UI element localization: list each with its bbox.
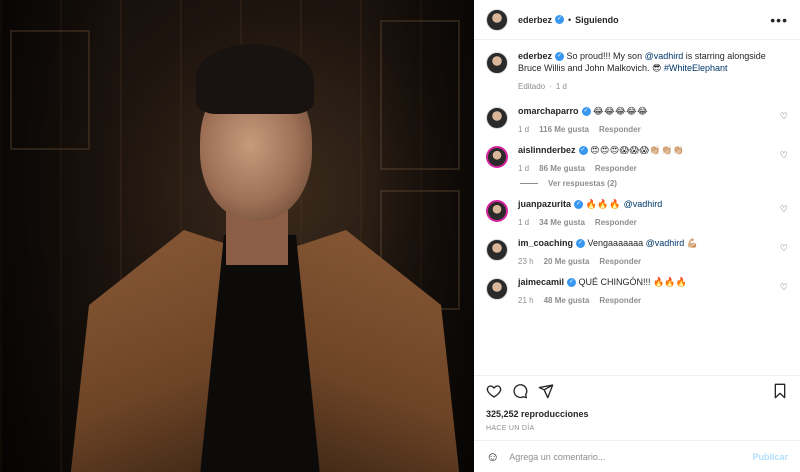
comment-likes[interactable]: 48 Me gusta: [544, 296, 590, 305]
comment-mention[interactable]: @vadhird: [646, 238, 685, 248]
comment-text: 😍😍😍😱😱😱👏🏼👏🏼👏🏼: [590, 145, 685, 155]
post-video[interactable]: [0, 0, 474, 472]
instagram-post-viewer: ederbez ✓ • Siguiendo ••• ederbez ✓ So pr…: [0, 0, 800, 472]
comment-text: Vengaaaaaaa: [587, 238, 646, 248]
publish-button[interactable]: Publicar: [752, 452, 788, 462]
caption-mention[interactable]: @vadhird: [645, 51, 684, 61]
edited-label: Editado: [518, 82, 546, 91]
comments-list: ederbez ✓ So proud!!! My son @vadhird is …: [474, 40, 800, 375]
comment-username[interactable]: juanpazurita: [518, 199, 571, 209]
comment-age: 1 d: [518, 164, 530, 173]
verified-badge-icon: ✓: [555, 52, 565, 62]
reply-button[interactable]: Responder: [595, 164, 637, 173]
heart-icon[interactable]: ♡: [780, 282, 788, 293]
wall-panel: [380, 20, 460, 170]
reply-button[interactable]: Responder: [599, 257, 641, 266]
bookmark-icon[interactable]: [772, 383, 788, 399]
reply-button[interactable]: Responder: [599, 125, 641, 134]
verified-badge-icon: ✓: [574, 200, 584, 210]
post-side-panel: ederbez ✓ • Siguiendo ••• ederbez ✓ So pr…: [474, 0, 800, 472]
caption-meta: Editado · 1 d: [518, 81, 788, 93]
commenter-avatar[interactable]: [486, 107, 508, 129]
heart-icon[interactable]: ♡: [780, 243, 788, 254]
commenter-avatar[interactable]: [486, 200, 508, 222]
commenter-avatar[interactable]: [486, 146, 508, 168]
heart-icon[interactable]: [486, 383, 502, 399]
commenter-avatar[interactable]: [486, 278, 508, 300]
comment-username[interactable]: omarchaparro: [518, 106, 579, 116]
more-horizontal-icon[interactable]: •••: [770, 12, 788, 28]
reply-button[interactable]: Responder: [599, 296, 641, 305]
caption-age: 1 d: [555, 82, 567, 91]
comment-likes[interactable]: 116 Me gusta: [539, 125, 589, 134]
comment-input[interactable]: [509, 451, 753, 462]
comment: juanpazurita ✓ 🔥🔥🔥 @vadhird 1 d 34 Me gust…: [486, 198, 788, 229]
comment-age: 21 h: [518, 296, 534, 305]
author-username[interactable]: ederbez: [518, 15, 552, 25]
comment-likes[interactable]: 34 Me gusta: [539, 218, 585, 227]
reply-button[interactable]: Responder: [595, 218, 637, 227]
commenter-avatar[interactable]: [486, 239, 508, 261]
view-replies-button[interactable]: Ver respuestas (2): [520, 179, 788, 188]
replies-line: [520, 183, 538, 184]
comment-username[interactable]: jaimecamil: [518, 277, 564, 287]
comment-text-after: 💪🏼: [684, 238, 698, 248]
heart-icon[interactable]: ♡: [780, 204, 788, 215]
post-header: ederbez ✓ • Siguiendo •••: [474, 0, 800, 40]
author-avatar[interactable]: [486, 8, 508, 31]
comment-likes[interactable]: 20 Me gusta: [544, 257, 590, 266]
caption-text: So proud!!! My son: [566, 51, 645, 61]
comment-composer: ☺ Publicar: [474, 440, 800, 472]
comment-likes[interactable]: 86 Me gusta: [539, 164, 585, 173]
heart-icon[interactable]: ♡: [780, 111, 788, 122]
comment-username[interactable]: im_coaching: [518, 238, 573, 248]
heart-icon[interactable]: ♡: [780, 150, 788, 161]
share-icon[interactable]: [538, 383, 554, 399]
caption-username[interactable]: ederbez: [518, 51, 552, 61]
comment: jaimecamil ✓ QUÉ CHINGÓN!!! 🔥🔥🔥 21 h 48 Me…: [486, 276, 788, 307]
view-count[interactable]: 325,252 reproducciones: [474, 405, 800, 419]
comment-username[interactable]: aislinnderbez: [518, 145, 576, 155]
verified-badge-icon: ✓: [567, 278, 577, 288]
comment: aislinnderbez ✓ 😍😍😍😱😱😱👏🏼👏🏼👏🏼 1 d 86 Me gus…: [486, 144, 788, 175]
post-date: HACE UN DÍA: [486, 425, 535, 432]
emoji-icon[interactable]: ☺: [486, 449, 499, 464]
comment-text: QUÉ CHINGÓN!!! 🔥🔥🔥: [578, 277, 687, 287]
person-hair: [196, 44, 314, 114]
verified-badge-icon: ✓: [578, 146, 588, 156]
verified-badge-icon: ✓: [581, 107, 591, 117]
wall-panel: [10, 30, 90, 150]
post-actions-bar: [474, 375, 800, 405]
verified-badge-icon: ✓: [576, 239, 586, 249]
caption: ederbez ✓ So proud!!! My son @vadhird is …: [486, 50, 788, 93]
comment-text: 😂😂😂😂😂: [593, 106, 649, 116]
comment-age: 1 d: [518, 125, 530, 134]
following-button[interactable]: Siguiendo: [575, 15, 619, 25]
comment: im_coaching ✓ Vengaaaaaaa @vadhird 💪🏼 23 …: [486, 237, 788, 268]
comment-text: 🔥🔥🔥: [585, 199, 624, 209]
author-avatar[interactable]: [486, 52, 508, 74]
caption-hashtag[interactable]: #WhiteElephant: [664, 63, 728, 73]
comment-age: 1 d: [518, 218, 530, 227]
verified-badge-icon: ✓: [555, 15, 565, 24]
view-replies-label: Ver respuestas (2): [548, 179, 617, 188]
comment-age: 23 h: [518, 257, 534, 266]
comment-mention[interactable]: @vadhird: [624, 199, 663, 209]
separator-dot: •: [568, 14, 572, 25]
meta-dot: ·: [549, 82, 552, 91]
comment: omarchaparro ✓ 😂😂😂😂😂 1 d 116 Me gusta Respo…: [486, 105, 788, 136]
comment-icon[interactable]: [512, 383, 528, 399]
